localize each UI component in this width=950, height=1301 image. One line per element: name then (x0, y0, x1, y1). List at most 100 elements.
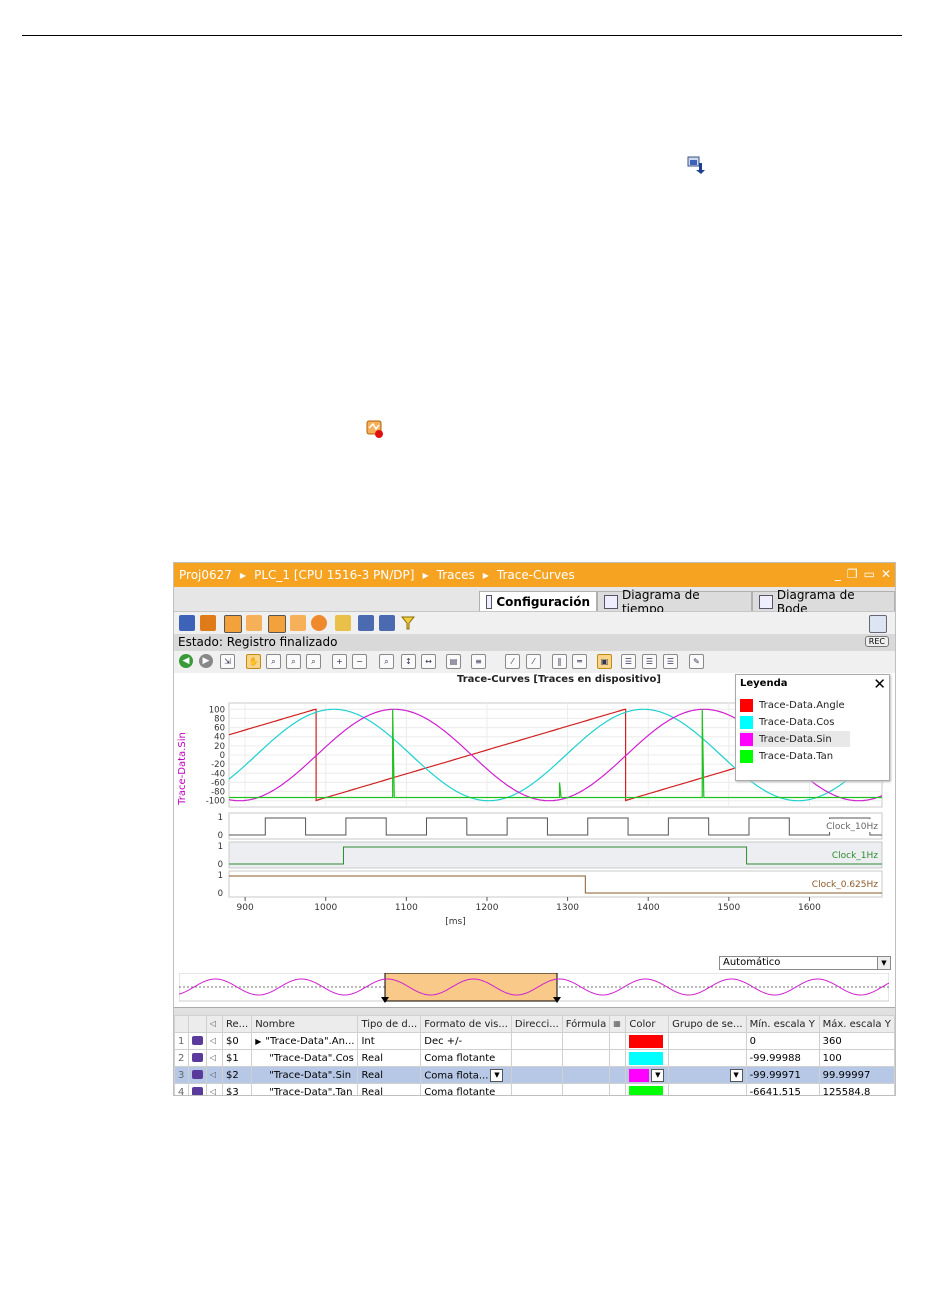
forward-icon[interactable]: ▶ (199, 654, 213, 668)
col-max-y[interactable]: Máx. escala Y (818, 1015, 895, 1033)
cursor-icon[interactable]: ⇲ (220, 654, 235, 669)
filter-icon[interactable] (400, 615, 416, 631)
col-min-y[interactable]: Mín. escala Y (745, 1015, 820, 1033)
cell-formula[interactable] (561, 1049, 611, 1067)
col-nombre[interactable]: Nombre (251, 1015, 359, 1033)
col-formato[interactable]: Formato de vis... (420, 1015, 512, 1033)
print-icon[interactable]: ✎ (689, 654, 704, 669)
pan-hand-icon[interactable]: ✋ (246, 654, 261, 669)
cell-name[interactable]: "Trace-Data".Sin (251, 1066, 359, 1084)
cell-name[interactable]: "Trace-Data".Cos (251, 1049, 359, 1067)
visibility-icon[interactable]: ◁ (205, 1066, 224, 1084)
horizontal-measure-icon[interactable]: ═ (572, 654, 587, 669)
cell-max-y[interactable]: 125584.8 (818, 1083, 895, 1095)
minimize-icon[interactable]: _ (835, 567, 841, 581)
col-tipo[interactable]: Tipo de d... (357, 1015, 422, 1033)
breadcrumb-traces[interactable]: Traces (432, 568, 480, 582)
legend-item[interactable]: Trace-Data.Cos (740, 714, 850, 730)
stop-recording-icon[interactable] (268, 615, 286, 633)
visibility-icon[interactable]: ◁ (205, 1083, 224, 1095)
cell-color[interactable] (625, 1032, 670, 1050)
cell-name[interactable]: "Trace-Data".Tan (251, 1083, 359, 1095)
cell-color[interactable] (625, 1049, 670, 1067)
cell-formula[interactable] (561, 1066, 611, 1084)
zoom-area-icon[interactable]: ⌕ (266, 654, 281, 669)
signal-arrange-icon[interactable]: ≡ (471, 654, 486, 669)
legend-list-icon[interactable]: ☰ (621, 654, 636, 669)
zoom-vertical-icon[interactable]: ⌕ (306, 654, 321, 669)
restore-icon[interactable]: ❐ (847, 567, 858, 581)
table-row[interactable]: 3 ◁ $2 "Trace-Data".Sin Real Coma flota.… (174, 1066, 895, 1084)
observe-icon[interactable] (224, 615, 242, 633)
cell-grupo[interactable] (668, 1049, 747, 1067)
cell-formula[interactable] (561, 1032, 611, 1050)
maximize-icon[interactable]: ▭ (864, 567, 875, 581)
table-row[interactable]: 1 ◁ $0 ▶ "Trace-Data".An... Int Dec +/- 0… (174, 1032, 895, 1050)
breadcrumb-plc[interactable]: PLC_1 [CPU 1516-3 PN/DP] (249, 568, 419, 582)
cell-grupo[interactable] (668, 1083, 747, 1095)
col-formula[interactable]: Fórmula (561, 1015, 611, 1033)
cell-format[interactable]: Coma flotante (420, 1083, 512, 1095)
visibility-icon[interactable]: ◁ (205, 1049, 224, 1067)
export-icon[interactable] (358, 615, 374, 631)
expand-arrow-icon[interactable]: ▶ (255, 1037, 261, 1046)
legend-item[interactable]: Trace-Data.Sin (740, 731, 850, 747)
delete-recording-icon[interactable] (290, 615, 306, 631)
zoom-horizontal-icon[interactable]: ⌕ (286, 654, 301, 669)
legend-item[interactable]: Trace-Data.Angle (740, 697, 850, 713)
show-all-icon[interactable]: ▤ (446, 654, 461, 669)
col-direccion[interactable]: Direcci... (510, 1015, 563, 1033)
cell-grupo[interactable] (668, 1032, 747, 1050)
legend-item[interactable]: Trace-Data.Tan (740, 748, 850, 764)
legend-close-icon[interactable]: ✕ (873, 675, 886, 693)
col-formula-editor-icon[interactable]: ▦ (609, 1015, 627, 1033)
cell-name[interactable]: ▶ "Trace-Data".An... (251, 1032, 359, 1050)
cell-format[interactable]: Coma flota... ▼ (420, 1066, 512, 1084)
col-ref[interactable]: Re... (221, 1015, 253, 1033)
x-scale-icon[interactable]: ↔ (421, 654, 436, 669)
tab-configuracion[interactable]: Configuración (479, 591, 597, 611)
window-settings-icon[interactable] (869, 615, 887, 633)
col-visibility-icon[interactable]: ◁ (205, 1015, 224, 1033)
repeat-recording-icon[interactable] (311, 615, 327, 631)
col-grupo[interactable]: Grupo de se... (668, 1015, 747, 1033)
breadcrumb-project[interactable]: Proj0627 (174, 568, 237, 582)
align-left-icon[interactable]: ☰ (642, 654, 657, 669)
group-dropdown-icon[interactable]: ▼ (729, 1068, 743, 1082)
cell-min-y[interactable]: 0 (745, 1032, 820, 1050)
cell-color[interactable] (625, 1083, 670, 1095)
diagonal-icon[interactable]: ⁄ (526, 654, 541, 669)
color-dropdown-icon[interactable]: ▼ (651, 1068, 665, 1082)
cell-min-y[interactable]: -6641.515 (745, 1083, 820, 1095)
cell-color[interactable]: ▼ (625, 1066, 670, 1084)
cell-min-y[interactable]: -99.99988 (745, 1049, 820, 1067)
zoom-in-icon[interactable]: + (332, 654, 347, 669)
align-right-icon[interactable]: ☰ (663, 654, 678, 669)
tab-diagrama-bode[interactable]: Diagrama de Bode (752, 588, 895, 616)
cell-max-y[interactable]: 100 (818, 1049, 895, 1067)
visibility-icon[interactable]: ◁ (205, 1032, 224, 1050)
zoom-100-icon[interactable]: ⌕ (379, 654, 394, 669)
load-from-device-icon[interactable] (179, 615, 195, 631)
start-recording-icon[interactable] (246, 615, 262, 631)
transfer-to-device-icon[interactable] (200, 615, 216, 631)
format-dropdown-icon[interactable]: ▼ (490, 1068, 504, 1082)
add-measurement-icon[interactable] (335, 615, 351, 631)
cell-format[interactable]: Coma flotante (420, 1049, 512, 1067)
snapshot-icon[interactable]: ▣ (597, 654, 612, 669)
cell-max-y[interactable]: 360 (818, 1032, 895, 1050)
tab-diagrama-tiempo[interactable]: Diagrama de tiempo (597, 588, 752, 616)
close-icon[interactable]: ✕ (881, 567, 891, 581)
cell-format[interactable]: Dec +/- (420, 1032, 512, 1050)
table-row[interactable]: 4 ◁ $3 "Trace-Data".Tan Real Coma flotan… (174, 1083, 895, 1095)
import-icon[interactable] (379, 615, 395, 631)
cell-max-y[interactable]: 99.99997 (818, 1066, 895, 1084)
overview-strip[interactable] (179, 973, 889, 1005)
breadcrumb-trace-curves[interactable]: Trace-Curves (492, 568, 580, 582)
back-icon[interactable]: ◀ (179, 654, 193, 668)
trend-icon[interactable]: ⁄ (505, 654, 520, 669)
zoom-out-icon[interactable]: − (352, 654, 367, 669)
table-row[interactable]: 2 ◁ $1 "Trace-Data".Cos Real Coma flotan… (174, 1049, 895, 1067)
y-scale-icon[interactable]: ↕ (401, 654, 416, 669)
cell-formula[interactable] (561, 1083, 611, 1095)
